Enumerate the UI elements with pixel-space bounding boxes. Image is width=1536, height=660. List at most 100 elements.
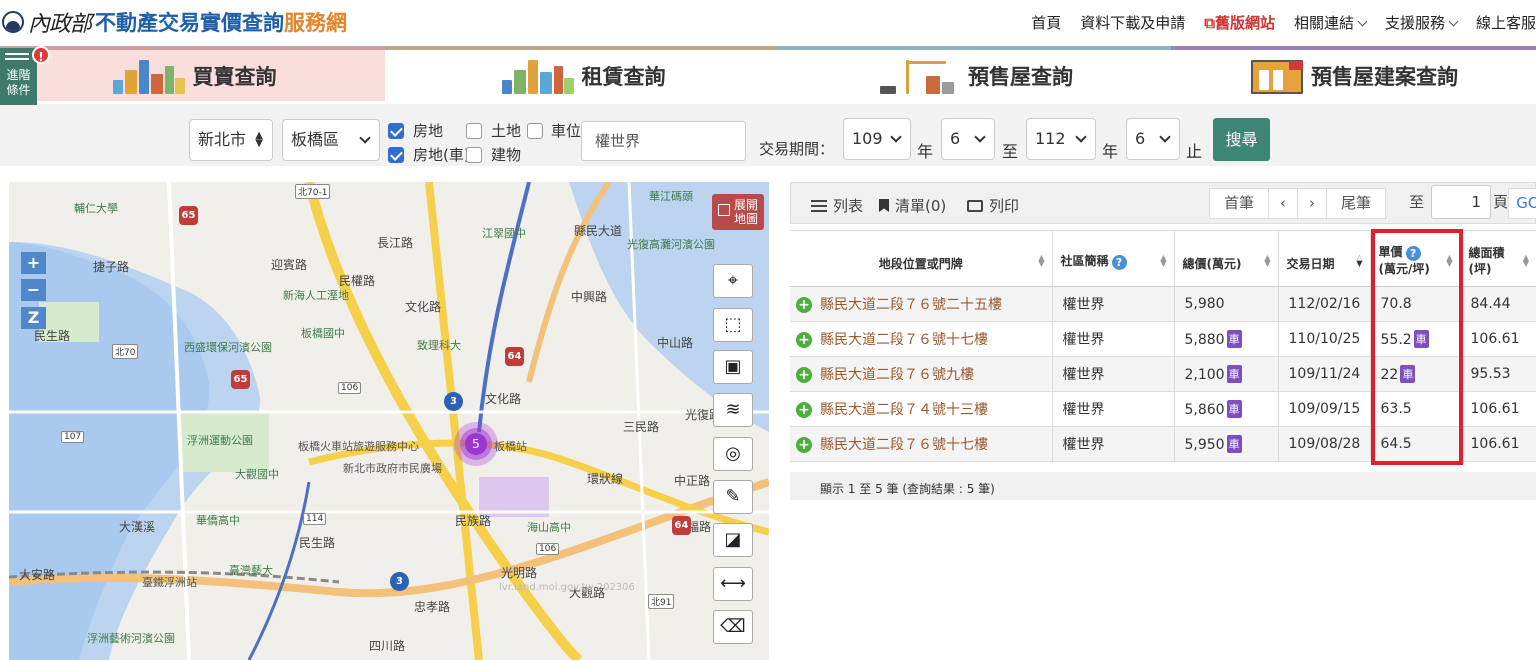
cart-button[interactable]: 清單(0) (879, 195, 946, 216)
nav-online-service[interactable]: 線上客服 (1476, 12, 1536, 33)
type-land-checkbox[interactable]: 土地 (466, 120, 521, 141)
transaction-cluster-marker[interactable]: 5 (454, 422, 498, 466)
logo-ministry: 內政部 (28, 12, 92, 37)
from-year-select[interactable]: 109 (843, 118, 911, 160)
to-month-select[interactable]: 6 (1126, 118, 1180, 160)
col-address[interactable]: 地段位置或門牌 ▲ ▼ (790, 230, 1053, 287)
expand-row-icon[interactable]: + (796, 297, 812, 313)
table-row[interactable]: + 縣民大道二段７６號十七樓 權世界 5,880 車 110/10/25 55.2 車 106.… (790, 321, 1536, 357)
list-view-button[interactable]: 列表 (811, 195, 863, 216)
cell-date: 112/02/16 (1278, 286, 1371, 322)
expand-row-icon[interactable]: + (796, 332, 812, 348)
map-label-xisheng: 西盛環保河濱公園 (184, 341, 272, 354)
map-view[interactable]: 輔仁大學 江翠國中 華江碼頭 光復高灘河濱公園 長江路 新海人工溼地 板橋國中 … (9, 182, 769, 660)
address-text: 縣民大道二段７６號九樓 (820, 367, 974, 383)
print-button[interactable]: 列印 (967, 195, 1019, 216)
tab-presale-project[interactable]: 預售屋建案查詢 (1171, 46, 1536, 101)
city-select[interactable]: 新北市 ▲ ▼ (189, 119, 273, 161)
nav-links[interactable]: 相關連結 (1294, 12, 1368, 33)
tab-rent[interactable]: 租賃查詢 (385, 46, 778, 101)
expand-label-1: 展開 (734, 198, 759, 212)
cell-address[interactable]: + 縣民大道二段７６號二十五樓 (790, 286, 1053, 322)
print-label: 列印 (989, 197, 1020, 215)
cell-address[interactable]: + 縣民大道二段７４號十三樓 (790, 391, 1053, 427)
total-price-value: 5,880 (1184, 332, 1225, 348)
map-label-zhongzheng: 中正路 (674, 474, 711, 488)
cell-address[interactable]: + 縣民大道二段７６號九樓 (790, 356, 1053, 392)
nav-support[interactable]: 支援服務 (1385, 12, 1459, 33)
map-label-yingbin: 迎賓路 (271, 258, 308, 272)
expand-row-icon[interactable]: + (796, 437, 812, 453)
map-tool-eraser[interactable]: ⌫ (713, 610, 753, 644)
updown-icon: ▲ ▼ (255, 130, 263, 149)
zoom-out-button[interactable]: − (21, 279, 46, 301)
first-page-button[interactable]: 首筆 (1209, 188, 1269, 219)
tab-buy-sell-label: 買賣查詢 (192, 64, 277, 89)
table-row[interactable]: + 縣民大道二段７６號九樓 權世界 2,100 車 109/11/24 22 車 95.53 (790, 356, 1536, 392)
nav-home[interactable]: 首頁 (1031, 12, 1061, 33)
col-unit-price[interactable]: 單價? (萬元/坪) ▲ ▼ (1370, 230, 1461, 287)
map-tool-polygon[interactable]: ◪ (713, 523, 753, 557)
site-logo[interactable]: 內政部 不動產交易實價查詢 服務網 (2, 6, 347, 38)
type-house-checkbox[interactable]: 房地 (388, 120, 443, 141)
col-date[interactable]: 交易日期 △ ▼ (1278, 230, 1371, 287)
map-label-fuzhou-arts: 浮洲藝術河濱公園 (87, 632, 175, 645)
map-tool-measure[interactable]: ⟷ (713, 567, 753, 601)
tab-buy-sell[interactable]: 買賣查詢 (0, 46, 385, 101)
cell-address[interactable]: + 縣民大道二段７６號十七樓 (790, 426, 1053, 462)
help-icon[interactable]: ? (1405, 246, 1421, 261)
expand-label-2: 地圖 (734, 212, 759, 226)
map-tool-my-location[interactable]: ◎ (713, 437, 753, 471)
next-page-button[interactable]: › (1297, 188, 1327, 219)
type-house-parking-checkbox[interactable]: 房地(車) (388, 144, 470, 165)
help-icon[interactable]: ? (1111, 255, 1127, 270)
expand-map-button[interactable]: 展開 地圖 (712, 194, 764, 230)
table-row[interactable]: + 縣民大道二段７４號十三樓 權世界 5,860 車 109/09/15 63.5 106.6… (790, 391, 1536, 427)
type-building-checkbox[interactable]: 建物 (466, 144, 521, 165)
address-text: 縣民大道二段７６號二十五樓 (820, 297, 1002, 313)
map-label-banqiao-jh: 板橋國中 (301, 327, 345, 340)
last-page-button[interactable]: 尾筆 (1326, 188, 1386, 219)
map-tool-select-area[interactable]: ▣ (713, 350, 753, 384)
district-select[interactable]: 板橋區 (282, 119, 380, 161)
keyword-input[interactable]: 權世界 (581, 121, 746, 161)
total-price-value: 2,100 (1184, 367, 1225, 383)
go-button[interactable]: GO (1508, 188, 1536, 219)
route-sign-3: 3 (444, 392, 463, 411)
nav-old-site[interactable]: ⧉舊版網站 (1204, 12, 1275, 33)
to-label: 至 (1002, 142, 1019, 161)
route-sign-3: 3 (390, 572, 409, 591)
map-tool-select-box[interactable]: ⬚ (713, 308, 753, 342)
col-address-label: 地段位置或門牌 (878, 256, 963, 271)
from-month-select[interactable]: 6 (941, 118, 995, 160)
col-total-price[interactable]: 總價(萬元) ▲ ▼ (1174, 230, 1279, 287)
col-area[interactable]: 總面積 (坪) ▲ ▼ (1460, 230, 1536, 287)
sort-icon: ▲ ▼ (1264, 253, 1271, 268)
map-label-fuxing: 華江碼頭 (649, 190, 693, 203)
zoom-in-button[interactable]: + (21, 252, 46, 274)
col-community[interactable]: 社區簡稱? ▲ ▼ (1052, 230, 1175, 287)
map-tool-draw[interactable]: ✎ (713, 480, 753, 514)
page-to-label: 至 (1409, 193, 1425, 211)
page-number-input[interactable]: 1 (1431, 185, 1491, 219)
map-tool-location-pin[interactable]: ⌖ (713, 264, 753, 298)
map-tool-layers[interactable]: ≋ (713, 393, 753, 427)
checkbox-icon (527, 122, 543, 139)
map-label-jiangcui: 江翠國中 (482, 227, 526, 240)
nav-download[interactable]: 資料下載及申請 (1080, 12, 1185, 33)
cell-total-price: 2,100 車 (1174, 356, 1279, 392)
type-parking-checkbox[interactable]: 車位 (527, 120, 581, 141)
tab-presale[interactable]: 預售屋查詢 (778, 46, 1171, 101)
table-row[interactable]: + 縣民大道二段７６號二十五樓 權世界 5,980 112/02/16 70.8 84.44 (790, 286, 1536, 322)
table-row[interactable]: + 縣民大道二段７６號十七樓 權世界 5,950 車 109/08/28 64.5 106.6… (790, 426, 1536, 462)
map-label-huaqiao: 華僑高中 (196, 514, 240, 527)
search-button[interactable]: 搜尋 (1213, 118, 1270, 161)
map-label-sichuan: 四川路 (369, 639, 406, 653)
prev-page-button[interactable]: ‹ (1268, 188, 1298, 219)
to-year-select[interactable]: 112 (1026, 118, 1096, 160)
cell-date: 109/09/15 (1278, 391, 1371, 427)
zoom-extent-button[interactable]: Z (21, 307, 46, 329)
expand-row-icon[interactable]: + (796, 367, 812, 383)
cell-address[interactable]: + 縣民大道二段７６號十七樓 (790, 321, 1053, 357)
expand-row-icon[interactable]: + (796, 402, 812, 418)
